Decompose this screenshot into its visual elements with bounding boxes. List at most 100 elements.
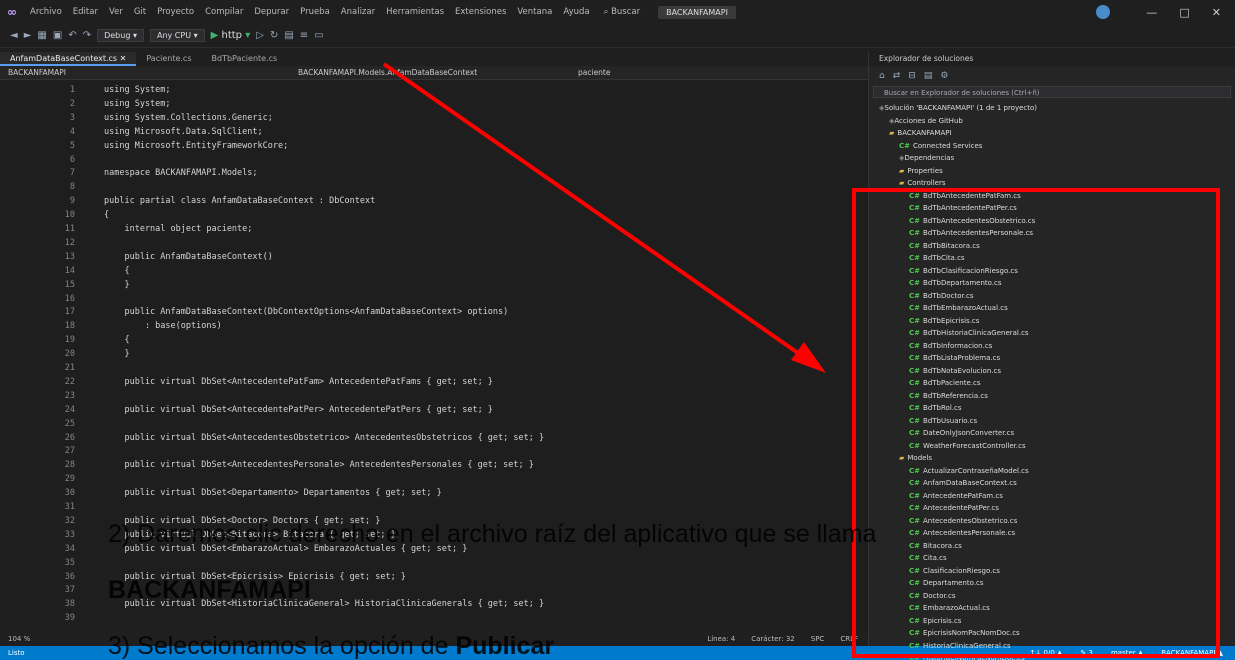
code-line[interactable]: 31 [0, 501, 868, 514]
ready-label: Listo [8, 649, 25, 657]
code-line[interactable]: 9 public partial class AnfamDataBaseConte… [0, 195, 868, 208]
code-line[interactable]: 3 using System.Collections.Generic; [0, 112, 868, 125]
code-line[interactable]: 18 : base(options) [0, 320, 868, 333]
visual-studio-logo-icon: ∞ [7, 5, 17, 19]
solution-tree-item[interactable]: C# Connected Services [869, 140, 1235, 153]
menu-item[interactable]: Ventana [517, 7, 552, 17]
menu-item[interactable]: Compilar [205, 7, 243, 17]
code-line[interactable]: 17 public AnfamDataBaseContext(DbContext… [0, 306, 868, 319]
line-number: 34 [64, 543, 75, 554]
code-line[interactable]: 28 public virtual DbSet<AntecedentesPers… [0, 459, 868, 472]
code-line[interactable]: 35 [0, 557, 868, 570]
solution-tree-item[interactable]: ▰ Properties [869, 165, 1235, 178]
back-icon[interactable]: ◄ [10, 30, 18, 41]
tools-icon[interactable]: ▤ [284, 30, 293, 41]
code-line[interactable]: 21 [0, 362, 868, 375]
code-line[interactable]: 12 [0, 237, 868, 250]
code-line[interactable]: 26 public virtual DbSet<AntecedentesObst… [0, 432, 868, 445]
solution-tree-item[interactable]: ◈ Solución 'BACKANFAMAPI' (1 de 1 proyec… [869, 102, 1235, 115]
search-box[interactable]: ⌕ Buscar [604, 7, 641, 17]
menu-item[interactable]: Prueba [300, 7, 330, 17]
undo-icon[interactable]: ↶ [68, 30, 76, 41]
solution-tree-item[interactable]: ▰ BACKANFAMAPI [869, 127, 1235, 140]
run-button[interactable]: ▶ http ▾ [211, 30, 251, 41]
folder-icon: ▰ [889, 129, 895, 137]
comment-icon[interactable]: ≡ [300, 30, 308, 41]
line-number: 8 [69, 182, 75, 193]
code-line[interactable]: 16 [0, 293, 868, 306]
code-line[interactable]: 14 { [0, 265, 868, 278]
code-line[interactable]: 29 [0, 473, 868, 486]
run-without-debug-icon[interactable]: ▷ [256, 30, 264, 41]
code-line[interactable]: 6 [0, 154, 868, 167]
menu-item[interactable]: Proyecto [157, 7, 194, 17]
code-line[interactable]: 5 using Microsoft.EntityFrameworkCore; [0, 140, 868, 153]
home-icon[interactable]: ⌂ [879, 71, 885, 81]
menu-item[interactable]: Archivo [30, 7, 62, 17]
menu-item[interactable]: Editar [73, 7, 98, 17]
solution-tree-item[interactable]: ◈ Dependencias [869, 152, 1235, 165]
forward-icon[interactable]: ► [24, 30, 32, 41]
code-line[interactable]: 24 public virtual DbSet<AntecedentePatPe… [0, 404, 868, 417]
code-line[interactable]: 30 public virtual DbSet<Departamento> De… [0, 487, 868, 500]
bookmark-icon[interactable]: ▭ [314, 30, 323, 41]
platform-select[interactable]: Any CPU ▾ [149, 29, 205, 42]
step-3-text: 3) Seleccionamos la opción de [108, 632, 456, 660]
tab-anfam-database-context[interactable]: AnfamDataBaseContext.cs ✕ [0, 52, 137, 66]
sync-icon[interactable]: ⇄ [893, 71, 901, 81]
settings-icon[interactable]: ⚙ [940, 71, 948, 81]
code-line[interactable]: 15 } [0, 279, 868, 292]
avatar[interactable] [1096, 5, 1111, 19]
code-line[interactable]: 2 using System; [0, 98, 868, 111]
code-line[interactable]: 1 using System; [0, 84, 868, 97]
collapse-icon[interactable]: ⊟ [908, 71, 916, 81]
code-text: : base(options) [104, 321, 222, 332]
line-number: 13 [64, 251, 75, 262]
menu-item[interactable]: Extensiones [455, 7, 506, 17]
redo-icon[interactable]: ↷ [83, 30, 91, 41]
menu-item[interactable]: Ayuda [563, 7, 589, 17]
menu-item[interactable]: Depurar [254, 7, 289, 17]
tab-paciente[interactable]: Paciente.cs [136, 52, 201, 66]
code-text: using Microsoft.EntityFrameworkCore; [104, 140, 289, 151]
code-line[interactable]: 10 { [0, 209, 868, 222]
line-number: 3 [69, 112, 75, 123]
code-editor[interactable]: 1 using System; 2 using System; 3 using Syste… [0, 80, 868, 632]
code-line[interactable]: 25 [0, 418, 868, 431]
solution-explorer-search[interactable]: Buscar en Explorador de soluciones (Ctrl… [873, 86, 1231, 98]
member-dropdown[interactable]: paciente [570, 68, 770, 77]
line-number: 30 [64, 488, 75, 499]
menu-item[interactable]: Herramientas [386, 7, 444, 17]
menu-item[interactable]: Git [134, 7, 146, 17]
class-dropdown[interactable]: BACKANFAMAPI.Models.AnfamDataBaseContext [290, 68, 570, 77]
code-line[interactable]: 13 public AnfamDataBaseContext() [0, 251, 868, 264]
code-text: using System; [104, 98, 171, 109]
code-line[interactable]: 22 public virtual DbSet<AntecedentePatFa… [0, 376, 868, 389]
save-icon[interactable]: ▣ [53, 30, 62, 41]
configuration-select[interactable]: Debug ▾ [97, 29, 144, 42]
folder-icon: ▰ [899, 179, 905, 187]
show-all-icon[interactable]: ▤ [924, 71, 933, 81]
tab-bdtb-paciente[interactable]: BdTbPaciente.cs [202, 52, 288, 66]
code-line[interactable]: 19 { [0, 334, 868, 347]
solution-tree-item[interactable]: ◈ Acciones de GitHub [869, 115, 1235, 128]
zoom-level[interactable]: 104 % [8, 635, 30, 643]
line-number: 26 [64, 432, 75, 443]
tree-item-label: Controllers [907, 179, 946, 187]
code-line[interactable]: 8 [0, 181, 868, 194]
minimize-button[interactable]: — [1146, 6, 1157, 19]
code-line[interactable]: 7 namespace BACKANFAMAPI.Models; [0, 167, 868, 180]
menu-item[interactable]: Ver [109, 7, 123, 17]
code-line[interactable]: 39 [0, 612, 868, 625]
code-line[interactable]: 20 } [0, 348, 868, 361]
menu-item[interactable]: Analizar [341, 7, 375, 17]
maximize-button[interactable]: □ [1179, 6, 1189, 19]
new-file-icon[interactable]: ▦ [37, 30, 46, 41]
project-dropdown[interactable]: BACKANFAMAPI [0, 68, 290, 77]
code-line[interactable]: 27 [0, 445, 868, 458]
code-line[interactable]: 4 using Microsoft.Data.SqlClient; [0, 126, 868, 139]
close-button[interactable]: ✕ [1212, 6, 1221, 19]
code-line[interactable]: 11 internal object paciente; [0, 223, 868, 236]
code-line[interactable]: 23 [0, 390, 868, 403]
refresh-icon[interactable]: ↻ [270, 30, 278, 41]
